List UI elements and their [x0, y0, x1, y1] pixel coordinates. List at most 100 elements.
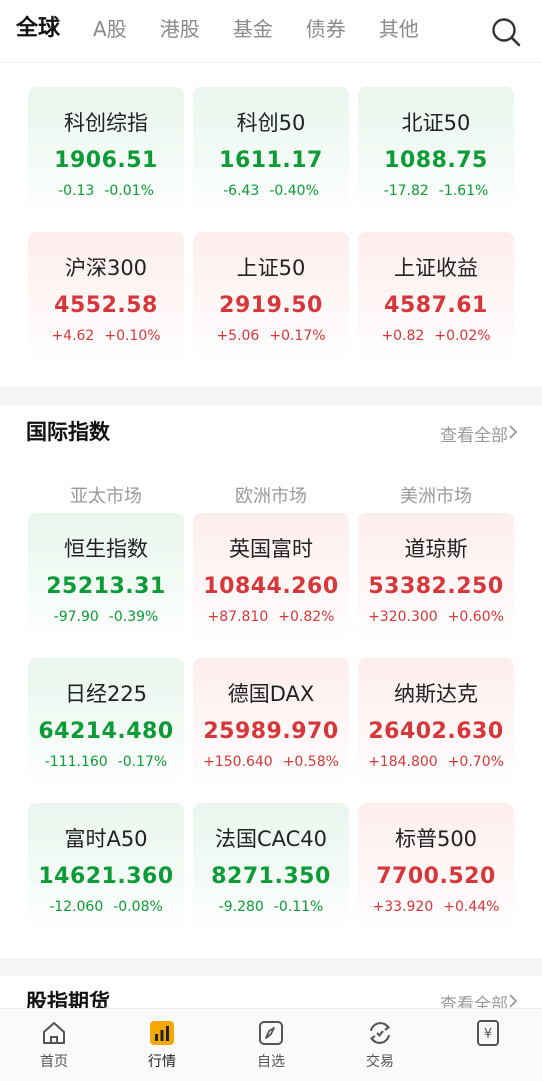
top-bar: 全球 A股 港股 基金 债券 其他 [0, 0, 542, 62]
index-card[interactable]: 道琼斯 53382.250 +320.300 +0.60% [358, 513, 514, 641]
index-change: -6.43 [223, 183, 260, 199]
index-price: 4587.61 [384, 293, 488, 318]
tab-bonds[interactable]: 债券 [306, 14, 346, 44]
market-icon [150, 1021, 174, 1045]
index-change: -97.90 [53, 609, 99, 625]
index-change: +320.300 [368, 609, 438, 625]
index-change-percent: -0.01% [104, 183, 154, 199]
index-card[interactable]: 沪深300 4552.58 +4.62 +0.10% [28, 232, 184, 360]
index-change-percent: -0.17% [117, 754, 168, 770]
index-card[interactable]: 法国CAC40 8271.350 -9.280 -0.11% [193, 803, 349, 931]
index-name: 科创综指 [64, 111, 148, 135]
international-index-grid: 恒生指数 25213.31 -97.90 -0.39% 英国富时 10844.260 +87… [28, 513, 514, 931]
index-card[interactable]: 德国DAX 25989.970 +150.640 +0.58% [193, 658, 349, 786]
nav-watchlist[interactable]: 自选 [231, 1019, 311, 1071]
index-change-row: +0.82 +0.02% [358, 326, 514, 346]
index-name: 上证收益 [394, 256, 478, 280]
index-name: 德国DAX [227, 682, 315, 706]
tab-funds[interactable]: 基金 [233, 14, 273, 44]
nav-wallet[interactable]: ¥ [448, 1019, 528, 1051]
index-price: 2919.50 [219, 293, 323, 318]
index-price: 14621.360 [38, 864, 174, 889]
nav-trade[interactable]: 交易 [340, 1019, 420, 1071]
index-price: 26402.630 [368, 719, 504, 744]
index-change: +5.06 [216, 328, 260, 344]
tab-others[interactable]: 其他 [379, 14, 419, 44]
index-card[interactable]: 上证收益 4587.61 +0.82 +0.02% [358, 232, 514, 360]
index-change-row: +33.920 +0.44% [358, 897, 514, 917]
index-name: 纳斯达克 [394, 682, 478, 706]
index-price: 25989.970 [203, 719, 339, 744]
section-separator [0, 958, 542, 976]
index-card[interactable]: 纳斯达克 26402.630 +184.800 +0.70% [358, 658, 514, 786]
nav-market[interactable]: 行情 [122, 1019, 202, 1071]
index-change-percent: -0.39% [108, 609, 159, 625]
index-name: 英国富时 [229, 537, 313, 561]
index-card[interactable]: 富时A50 14621.360 -12.060 -0.08% [28, 803, 184, 931]
index-change: +4.62 [51, 328, 95, 344]
tab-global[interactable]: 全球 [16, 14, 60, 44]
tab-a-shares[interactable]: A股 [93, 14, 127, 44]
index-card[interactable]: 科创综指 1906.51 -0.13 -0.01% [28, 87, 184, 215]
index-card[interactable]: 恒生指数 25213.31 -97.90 -0.39% [28, 513, 184, 641]
index-change-percent: -0.11% [273, 899, 324, 915]
chevron-right-icon[interactable] [508, 424, 518, 440]
svg-text:¥: ¥ [484, 1027, 492, 1042]
search-icon[interactable] [490, 16, 522, 48]
index-change-row: +4.62 +0.10% [28, 326, 184, 346]
bottom-nav: 首页 行情 自选 交易 ¥ [0, 1008, 542, 1081]
chevron-right-icon[interactable] [508, 993, 518, 1009]
index-name: 沪深300 [64, 256, 148, 280]
index-card[interactable]: 北证50 1088.75 -17.82 -1.61% [358, 87, 514, 215]
nav-home-label: 首页 [40, 1054, 68, 1070]
index-change-percent: +0.10% [104, 328, 161, 344]
index-change: -17.82 [383, 183, 429, 199]
index-name: 科创50 [236, 111, 306, 135]
index-change: +33.920 [372, 899, 434, 915]
index-card[interactable]: 日经225 64214.480 -111.160 -0.17% [28, 658, 184, 786]
index-change-percent: +0.58% [282, 754, 339, 770]
index-change: +87.810 [207, 609, 269, 625]
nav-trade-label: 交易 [366, 1054, 394, 1070]
index-change: -9.280 [218, 899, 264, 915]
index-card[interactable]: 上证50 2919.50 +5.06 +0.17% [193, 232, 349, 360]
watchlist-icon [259, 1021, 283, 1045]
index-card[interactable]: 英国富时 10844.260 +87.810 +0.82% [193, 513, 349, 641]
market-label-asia-pacific: 亚太市场 [70, 486, 142, 507]
index-change-row: -12.060 -0.08% [28, 897, 184, 917]
international-title: 国际指数 [26, 420, 110, 444]
index-price: 1088.75 [384, 148, 488, 173]
index-name: 恒生指数 [64, 537, 148, 561]
index-change-row: +150.640 +0.58% [193, 752, 349, 772]
index-change: +184.800 [368, 754, 438, 770]
index-price: 8271.350 [211, 864, 331, 889]
index-price: 25213.31 [46, 574, 166, 599]
index-change: -12.060 [49, 899, 104, 915]
tab-hk-shares[interactable]: 港股 [160, 14, 200, 44]
index-change-percent: +0.44% [443, 899, 500, 915]
index-change-row: +87.810 +0.82% [193, 607, 349, 627]
home-icon [43, 1022, 65, 1044]
index-name: 富时A50 [64, 827, 148, 851]
domestic-index-grid: 科创综指 1906.51 -0.13 -0.01% 科创50 1611.17 -6.43 -0… [28, 87, 514, 360]
index-change-percent: +0.02% [434, 328, 491, 344]
index-name: 北证50 [401, 111, 471, 135]
index-price: 7700.520 [376, 864, 496, 889]
index-change-row: +320.300 +0.60% [358, 607, 514, 627]
index-change-row: -97.90 -0.39% [28, 607, 184, 627]
index-change-row: -0.13 -0.01% [28, 181, 184, 201]
view-all-international-link[interactable]: 查看全部 [440, 421, 508, 446]
index-name: 上证50 [236, 256, 306, 280]
index-change-row: -111.160 -0.17% [28, 752, 184, 772]
category-tabs: 全球 A股 港股 基金 债券 其他 [16, 14, 452, 44]
index-change-row: -17.82 -1.61% [358, 181, 514, 201]
trade-icon [369, 1022, 391, 1044]
index-card[interactable]: 标普500 7700.520 +33.920 +0.44% [358, 803, 514, 931]
index-change-row: +5.06 +0.17% [193, 326, 349, 346]
index-change-row: -9.280 -0.11% [193, 897, 349, 917]
index-card[interactable]: 科创50 1611.17 -6.43 -0.40% [193, 87, 349, 215]
nav-home[interactable]: 首页 [14, 1019, 94, 1071]
index-change-percent: -0.08% [113, 899, 163, 915]
market-label-americas: 美洲市场 [400, 486, 472, 507]
index-change-row: -6.43 -0.40% [193, 181, 349, 201]
